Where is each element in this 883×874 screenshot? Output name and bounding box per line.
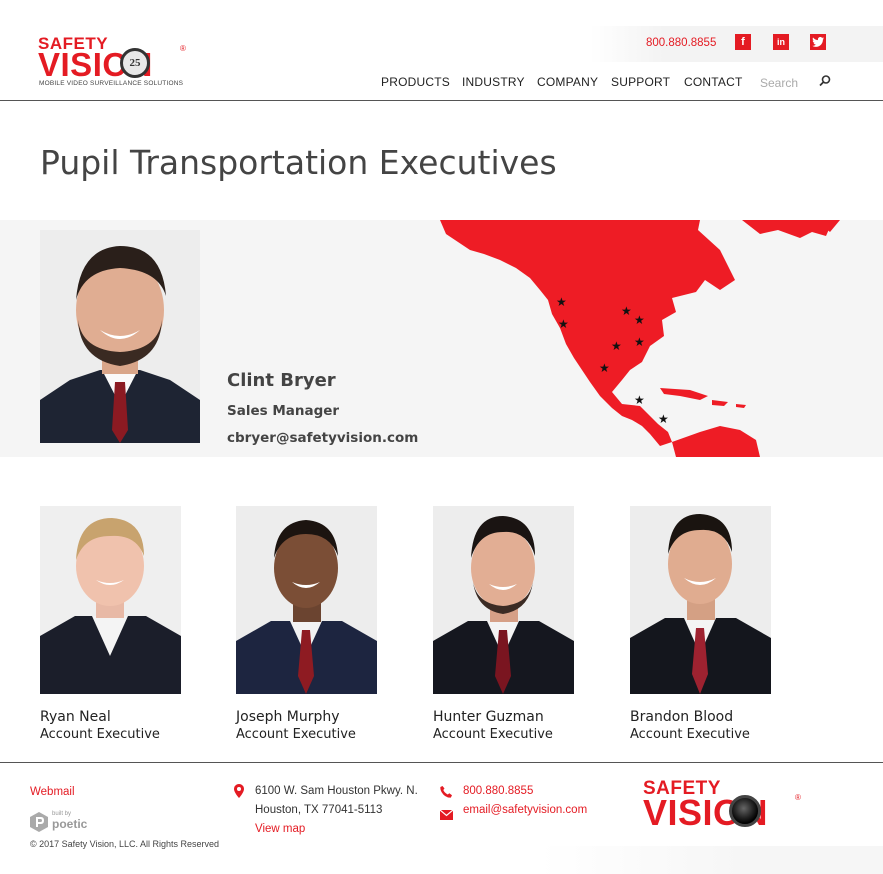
linkedin-icon[interactable]: in xyxy=(773,34,789,50)
team-member-card: Ryan Neal Account Executive xyxy=(40,506,185,742)
team-member-name: Joseph Murphy xyxy=(236,709,340,725)
map-pin-icon xyxy=(234,783,244,798)
team-member-role: Account Executive xyxy=(236,727,356,742)
svg-text:★: ★ xyxy=(658,412,669,426)
nav-contact[interactable]: CONTACT xyxy=(684,75,743,89)
team-member-name: Hunter Guzman xyxy=(433,709,544,725)
svg-text:★: ★ xyxy=(634,393,645,407)
email-icon xyxy=(439,805,454,820)
facebook-icon[interactable]: f xyxy=(735,34,751,50)
svg-text:★: ★ xyxy=(634,313,645,327)
svg-text:★: ★ xyxy=(599,361,610,375)
nav-products[interactable]: PRODUCTS xyxy=(381,75,450,89)
address-line1: 6100 W. Sam Houston Pkwy. N. xyxy=(255,785,418,797)
poetic-logo-icon xyxy=(30,812,48,832)
team-member-card: Joseph Murphy Account Executive xyxy=(236,506,381,742)
phone-icon xyxy=(440,783,452,798)
safety-vision-logo[interactable]: SAFETY VISION 25 ® MOBILE VIDEO SURVEILL… xyxy=(38,34,188,90)
manager-email-link[interactable]: cbryer@safetyvision.com xyxy=(227,430,418,446)
team-member-photo xyxy=(40,506,181,694)
built-by-name: poetic xyxy=(52,817,88,831)
anniversary-badge: 25 xyxy=(120,48,150,78)
svg-text:★: ★ xyxy=(621,304,632,318)
footer-phone-link[interactable]: 800.880.8855 xyxy=(463,785,533,797)
nav-company[interactable]: COMPANY xyxy=(537,75,598,89)
page-title: Pupil Transportation Executives xyxy=(40,143,557,182)
twitter-icon[interactable] xyxy=(810,34,826,50)
footer-registered-mark: ® xyxy=(795,793,801,802)
team-member-photo xyxy=(433,506,574,694)
search-icon[interactable] xyxy=(818,73,832,87)
team-member-photo xyxy=(630,506,771,694)
registered-mark: ® xyxy=(180,44,186,53)
manager-banner: ★ ★ ★ ★ ★ ★ ★ ★ ★ Clint Bryer Sales Mana… xyxy=(0,220,883,457)
manager-name: Clint Bryer xyxy=(227,370,336,391)
view-map-link[interactable]: View map xyxy=(255,823,305,835)
footer-divider xyxy=(0,762,883,763)
manager-role: Sales Manager xyxy=(227,403,340,419)
svg-text:★: ★ xyxy=(611,339,622,353)
built-by-poetic-badge[interactable]: built by poetic xyxy=(30,811,100,835)
header-phone-link[interactable]: 800.880.8855 xyxy=(646,37,716,49)
svg-text:★: ★ xyxy=(634,335,645,349)
address-line2: Houston, TX 77041-5113 xyxy=(255,804,383,816)
nav-support[interactable]: SUPPORT xyxy=(611,75,670,89)
team-member-role: Account Executive xyxy=(40,727,160,742)
team-member-card: Brandon Blood Account Executive xyxy=(630,506,775,742)
footer-safety-vision-logo[interactable]: SAFETY VISION ® xyxy=(643,778,808,833)
team-member-photo xyxy=(236,506,377,694)
nav-industry[interactable]: INDUSTRY xyxy=(462,75,525,89)
webmail-link[interactable]: Webmail xyxy=(30,786,75,798)
copyright-text: © 2017 Safety Vision, LLC. All Rights Re… xyxy=(30,839,220,849)
svg-text:★: ★ xyxy=(556,295,567,309)
svg-text:★: ★ xyxy=(558,317,569,331)
footer-email-link[interactable]: email@safetyvision.com xyxy=(463,804,587,816)
footer-shade xyxy=(540,846,883,874)
team-member-name: Ryan Neal xyxy=(40,709,111,725)
team-member-name: Brandon Blood xyxy=(630,709,734,725)
team-member-card: Hunter Guzman Account Executive xyxy=(433,506,578,742)
team-member-role: Account Executive xyxy=(630,727,750,742)
logo-tagline: MOBILE VIDEO SURVEILLANCE SOLUTIONS xyxy=(39,80,184,87)
camera-lens-icon xyxy=(729,795,761,827)
team-member-role: Account Executive xyxy=(433,727,553,742)
manager-photo xyxy=(40,230,200,443)
search-input[interactable]: Search xyxy=(760,76,798,90)
